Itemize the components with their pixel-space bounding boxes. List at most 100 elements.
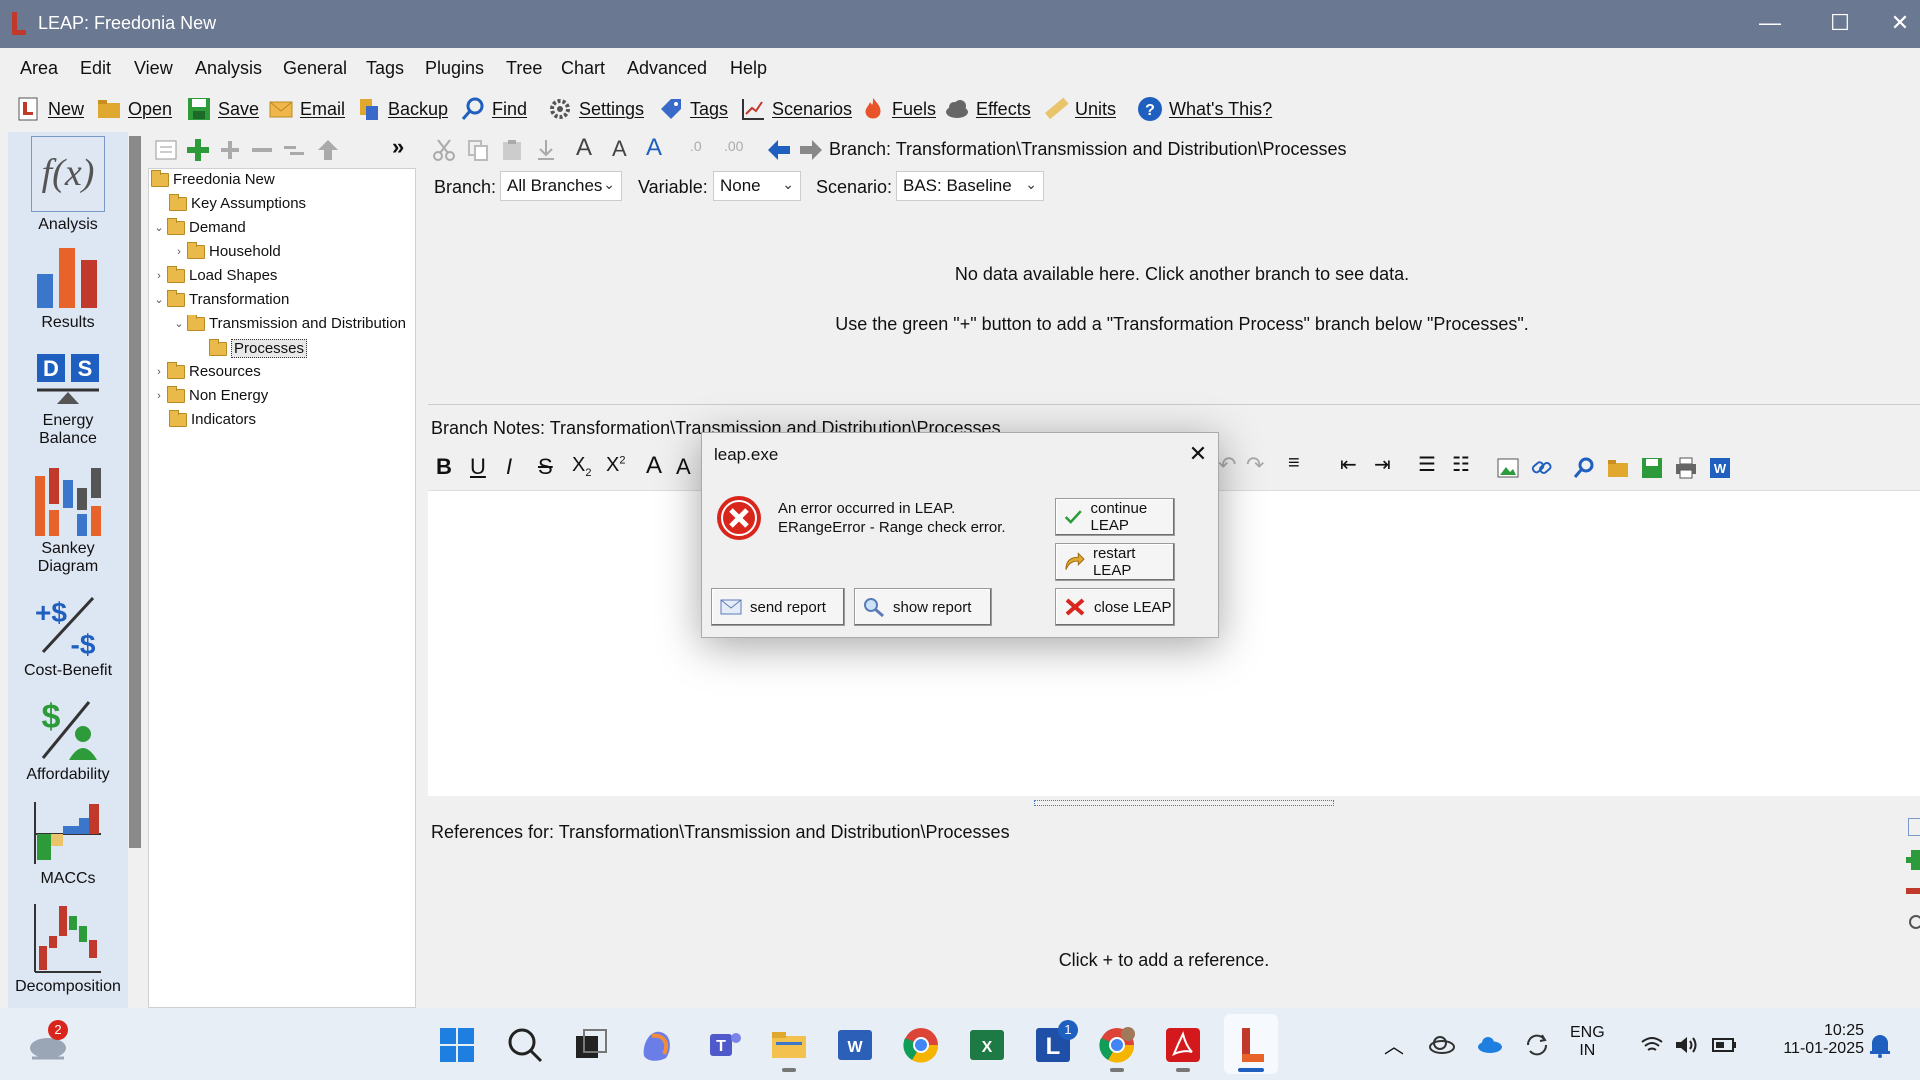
fuels-button[interactable]: Fuels xyxy=(860,94,936,124)
sidebar-item-energy-balance[interactable]: D S Energy Balance xyxy=(8,352,128,448)
open-button[interactable]: Open xyxy=(96,94,172,124)
open-file-icon[interactable] xyxy=(1606,456,1630,480)
variable-select[interactable]: None ⌄ xyxy=(713,171,801,201)
back-arrow-icon[interactable] xyxy=(766,138,792,162)
tree-node-transmission-distribution[interactable]: ⌄ Transmission and Distribution xyxy=(173,315,415,332)
word-export-icon[interactable]: W xyxy=(1708,456,1732,480)
italic-icon[interactable]: I xyxy=(506,454,512,480)
windows-start-icon[interactable] xyxy=(438,1026,476,1064)
sidebar-item-decomposition[interactable]: Decomposition xyxy=(8,902,128,996)
branch-select[interactable]: All Branches ⌄ xyxy=(500,171,622,201)
decimals-increase-icon[interactable]: .0 xyxy=(690,138,702,154)
excel-icon[interactable]: X xyxy=(968,1026,1006,1064)
tree-node-indicators[interactable]: Indicators xyxy=(169,409,256,428)
tree-node-load-shapes[interactable]: › Load Shapes xyxy=(153,265,277,284)
menu-plugins[interactable]: Plugins xyxy=(425,58,484,79)
show-report-button[interactable]: show report xyxy=(854,588,992,626)
collapse-arrow-icon[interactable]: ⌄ xyxy=(153,221,165,234)
tree-node-resources[interactable]: › Resources xyxy=(153,361,261,380)
restart-leap-button[interactable]: restart LEAP xyxy=(1055,543,1175,581)
tray-overflow-icon[interactable]: ︿ xyxy=(1384,1030,1404,1059)
word-icon[interactable]: W xyxy=(836,1026,874,1064)
new-button[interactable]: New xyxy=(16,94,84,124)
tree-node-processes[interactable]: Processes xyxy=(209,338,308,358)
remove-reference-icon[interactable] xyxy=(1906,888,1920,894)
indent-icon[interactable]: ⇥ xyxy=(1374,452,1391,477)
expand-arrow-icon[interactable]: › xyxy=(173,246,185,258)
sidebar-item-affordability[interactable]: $ Affordability xyxy=(8,696,128,784)
expand-arrow-icon[interactable]: › xyxy=(153,366,165,378)
whats-this-button[interactable]: ? What's This? xyxy=(1137,94,1272,124)
move-up-icon[interactable] xyxy=(316,138,340,162)
download-icon[interactable] xyxy=(534,138,558,162)
volume-icon[interactable] xyxy=(1674,1034,1698,1056)
more-tools-button[interactable]: » xyxy=(392,134,404,160)
bold-icon[interactable]: B xyxy=(436,454,452,480)
undo-icon[interactable]: ↶ xyxy=(1218,452,1236,478)
add-child-icon[interactable] xyxy=(218,138,242,162)
expand-arrow-icon[interactable]: › xyxy=(153,270,165,282)
sidebar-item-maccs[interactable]: MACCs xyxy=(8,800,128,888)
teams-icon[interactable]: T xyxy=(706,1026,744,1064)
collapse-arrow-icon[interactable]: ⌄ xyxy=(173,317,185,330)
grow-font-icon[interactable]: A xyxy=(646,452,662,480)
onedrive-icon[interactable] xyxy=(1476,1034,1504,1054)
delete-branch-icon[interactable] xyxy=(250,138,274,162)
sidebar-item-cost-benefit[interactable]: +$ -$ Cost-Benefit xyxy=(8,592,128,680)
menu-chart[interactable]: Chart xyxy=(561,58,605,79)
effects-button[interactable]: Effects xyxy=(944,94,1031,124)
scenario-select[interactable]: BAS: Baseline ⌄ xyxy=(896,171,1044,201)
collapse-arrow-icon[interactable]: ⌄ xyxy=(153,293,165,306)
send-report-button[interactable]: send report xyxy=(711,588,845,626)
subscript-icon[interactable]: X2 xyxy=(572,454,591,479)
sidebar-item-results[interactable]: Results xyxy=(8,244,128,332)
tags-button[interactable]: Tags xyxy=(658,94,728,124)
cut-icon[interactable] xyxy=(432,138,456,162)
menu-advanced[interactable]: Advanced xyxy=(627,58,707,79)
copilot-icon[interactable] xyxy=(638,1026,676,1064)
checklist-icon[interactable] xyxy=(154,138,178,162)
link-icon[interactable] xyxy=(1530,456,1554,480)
acrobat-icon[interactable] xyxy=(1164,1026,1202,1064)
menu-tags[interactable]: Tags xyxy=(366,58,404,79)
tree-node-transformation[interactable]: ⌄ Transformation xyxy=(153,289,289,308)
font-style-icon[interactable]: A xyxy=(646,134,662,162)
tree-node-non-energy[interactable]: › Non Energy xyxy=(153,385,268,404)
menu-general[interactable]: General xyxy=(283,58,347,79)
continue-leap-button[interactable]: continue LEAP xyxy=(1055,498,1175,536)
backup-button[interactable]: Backup xyxy=(356,94,448,124)
units-button[interactable]: Units xyxy=(1043,94,1116,124)
menu-help[interactable]: Help xyxy=(730,58,767,79)
panel-splitter[interactable] xyxy=(418,130,426,1008)
email-button[interactable]: Email xyxy=(268,94,345,124)
notification-bell-icon[interactable] xyxy=(1868,1032,1892,1058)
outdent-icon[interactable]: ⇤ xyxy=(1340,452,1357,477)
superscript-icon[interactable]: X2 xyxy=(606,454,625,477)
close-window-button[interactable]: ✕ xyxy=(1880,0,1920,48)
maximize-button[interactable]: ☐ xyxy=(1810,0,1870,48)
scenarios-button[interactable]: Scenarios xyxy=(740,94,852,124)
search-icon[interactable] xyxy=(506,1026,544,1064)
language-indicator[interactable]: ENG IN xyxy=(1570,1024,1605,1060)
wifi-icon[interactable] xyxy=(1640,1036,1664,1054)
print-icon[interactable] xyxy=(1674,456,1698,480)
underline-icon[interactable]: U xyxy=(470,454,486,480)
leap-taskbar-icon[interactable] xyxy=(1232,1026,1270,1064)
menu-area[interactable]: Area xyxy=(20,58,58,79)
font-increase-icon[interactable]: A xyxy=(576,134,592,162)
search-reference-icon[interactable] xyxy=(1906,914,1920,932)
expand-arrow-icon[interactable]: › xyxy=(153,390,165,402)
settings-button[interactable]: Settings xyxy=(547,94,644,124)
menu-edit[interactable]: Edit xyxy=(80,58,111,79)
font-decrease-icon[interactable]: A xyxy=(612,136,627,162)
numbered-list-icon[interactable]: ☷ xyxy=(1452,452,1470,477)
menu-view[interactable]: View xyxy=(134,58,173,79)
chrome-profile-icon[interactable] xyxy=(1098,1026,1136,1064)
chrome-icon[interactable] xyxy=(902,1026,940,1064)
sidebar-item-sankey[interactable]: Sankey Diagram xyxy=(8,466,128,576)
sidebar-item-analysis[interactable]: f(x) Analysis xyxy=(8,136,128,234)
add-reference-icon[interactable] xyxy=(1906,850,1920,870)
tree-node-demand[interactable]: ⌄ Demand xyxy=(153,217,246,236)
sidebar-scrollbar[interactable] xyxy=(129,136,141,848)
save-button[interactable]: Save xyxy=(186,94,259,124)
